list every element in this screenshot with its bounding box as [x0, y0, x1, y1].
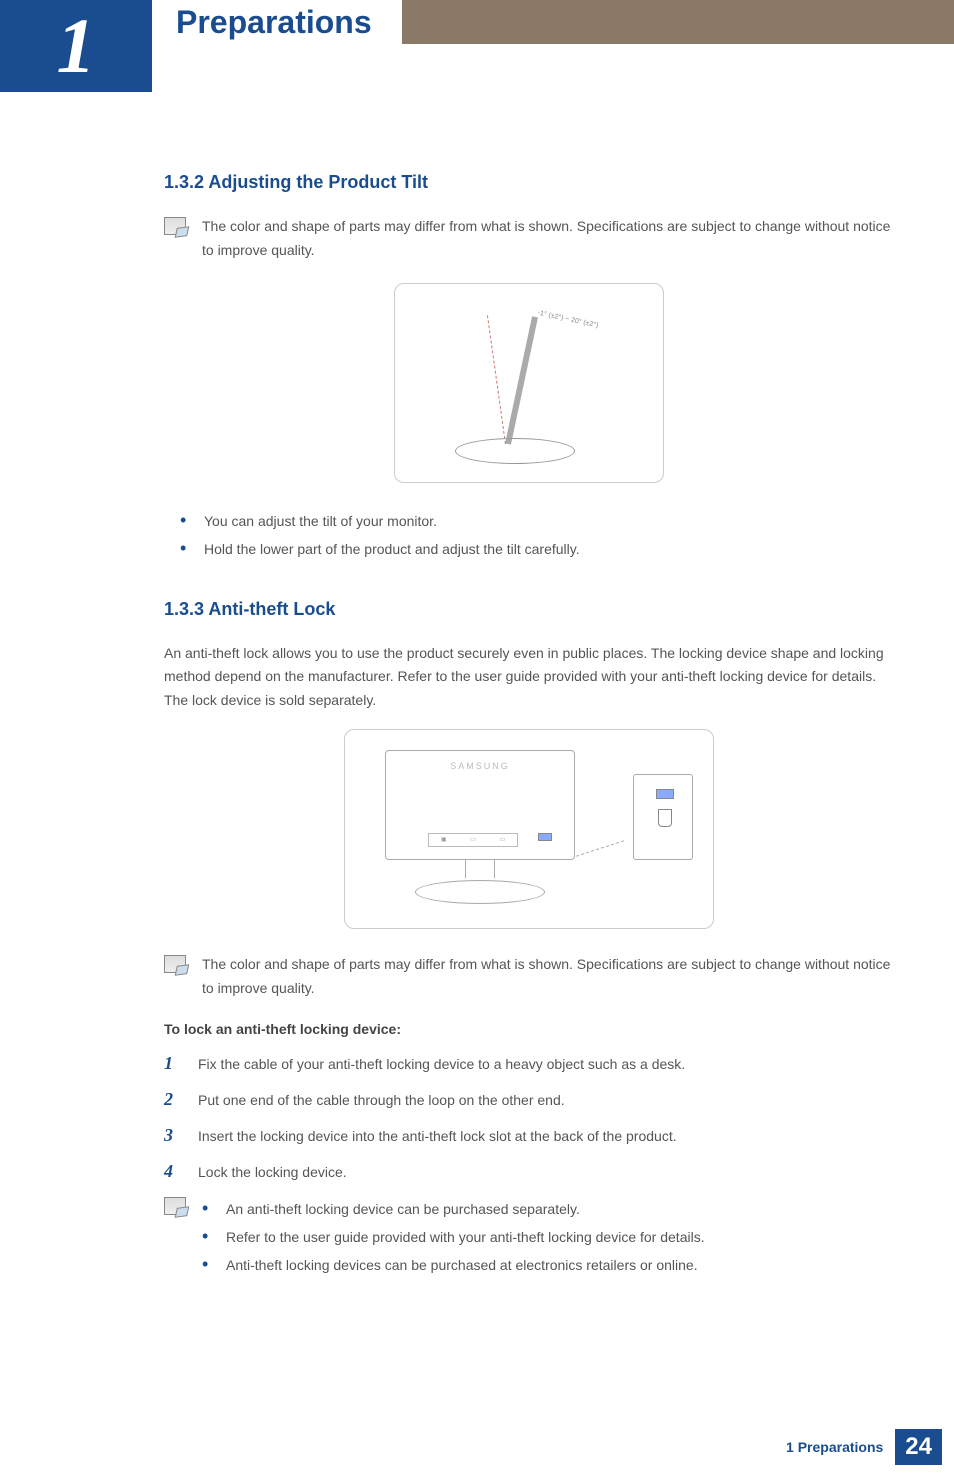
section-heading-tilt: 1.3.2 Adjusting the Product Tilt — [164, 172, 894, 193]
note-block: The color and shape of parts may differ … — [164, 953, 894, 1001]
list-item: An anti-theft locking device can be purc… — [226, 1195, 705, 1223]
note-icon — [164, 955, 186, 973]
chapter-number-box: 1 — [0, 0, 152, 92]
list-item: 4Lock the locking device. — [164, 1153, 894, 1189]
note-block: An anti-theft locking device can be purc… — [164, 1195, 894, 1279]
page-content: 1.3.2 Adjusting the Product Tilt The col… — [0, 92, 954, 1359]
lock-steps: 1Fix the cable of your anti-theft lockin… — [164, 1045, 894, 1189]
footer-page-number: 24 — [895, 1429, 942, 1465]
tilt-angle-label: -1° (±2°) ~ 20° (±2°) — [537, 309, 599, 329]
lock-subhead: To lock an anti-theft locking device: — [164, 1021, 894, 1037]
list-item: Hold the lower part of the product and a… — [204, 535, 894, 563]
note-icon — [164, 1197, 186, 1215]
list-item: You can adjust the tilt of your monitor. — [204, 507, 894, 535]
list-item: Refer to the user guide provided with yo… — [226, 1223, 705, 1251]
section-heading-lock: 1.3.3 Anti-theft Lock — [164, 599, 894, 620]
footer-label: 1 Preparations — [786, 1439, 883, 1455]
brand-label: SAMSUNG — [386, 761, 574, 771]
list-item: 1Fix the cable of your anti-theft lockin… — [164, 1045, 894, 1081]
chapter-title: Preparations — [176, 4, 372, 41]
figure-lock: SAMSUNG ▣▭▭ — [344, 729, 714, 929]
note-text: The color and shape of parts may differ … — [202, 953, 894, 1001]
chapter-title-bar: Preparations — [152, 0, 954, 44]
lock-intro: An anti-theft lock allows you to use the… — [164, 642, 894, 713]
page-header: 1 Preparations — [0, 0, 954, 92]
figure-tilt: -1° (±2°) ~ 20° (±2°) — [394, 283, 664, 483]
page-footer: 1 Preparations 24 — [0, 1419, 954, 1475]
list-item: 2Put one end of the cable through the lo… — [164, 1081, 894, 1117]
note-block: The color and shape of parts may differ … — [164, 215, 894, 263]
list-item: Anti-theft locking devices can be purcha… — [226, 1251, 705, 1279]
tilt-bullets: You can adjust the tilt of your monitor.… — [164, 507, 894, 563]
note-text: The color and shape of parts may differ … — [202, 215, 894, 263]
note-icon — [164, 217, 186, 235]
list-item: 3Insert the locking device into the anti… — [164, 1117, 894, 1153]
lock-tips: An anti-theft locking device can be purc… — [202, 1195, 705, 1279]
chapter-number: 1 — [57, 7, 96, 85]
